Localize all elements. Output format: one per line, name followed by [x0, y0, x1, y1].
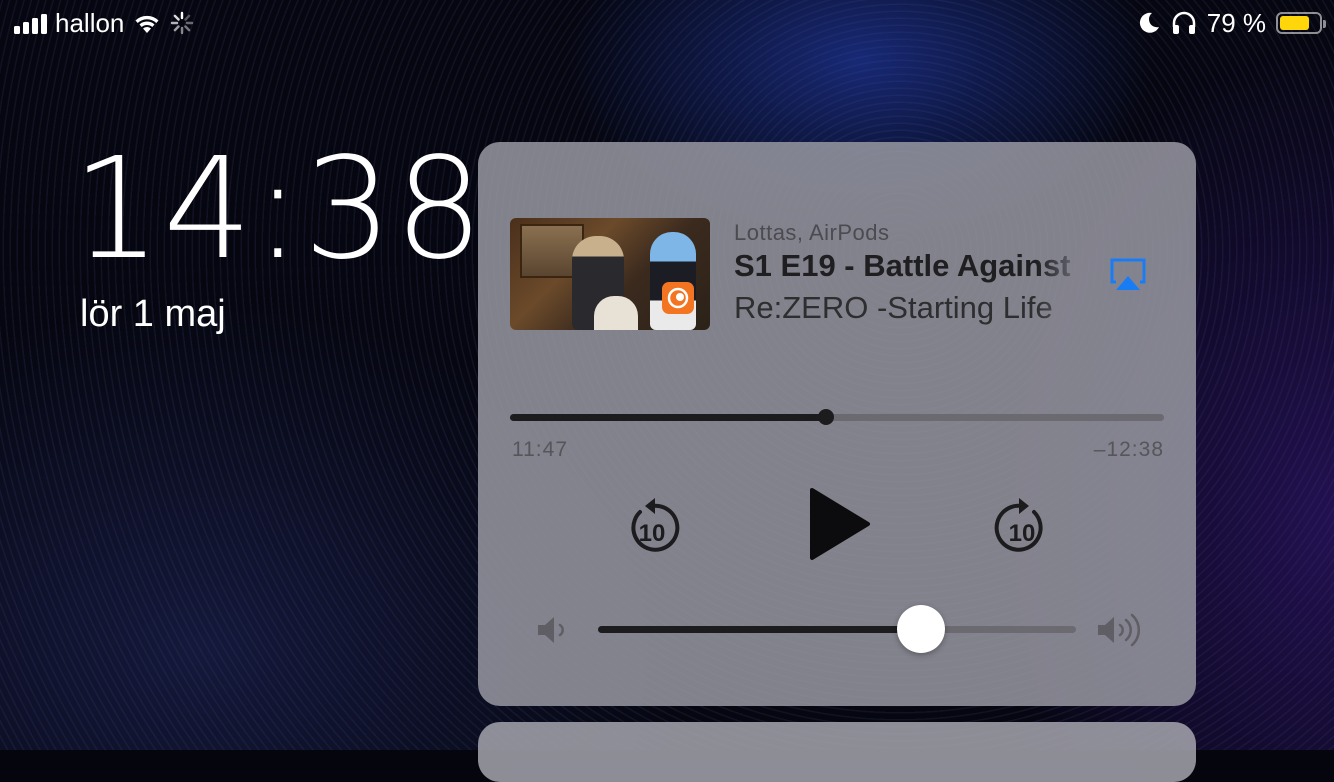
- skip-forward-label: 10: [1009, 520, 1036, 547]
- playback-route: Lottas, AirPods: [734, 220, 890, 245]
- activity-spinner-icon: [171, 11, 194, 35]
- skip-back-button[interactable]: 10: [622, 492, 682, 558]
- status-bar: hallon 79 %: [0, 0, 1334, 48]
- track-title: S1 E19 - Battle Against: [734, 248, 1071, 283]
- battery-icon: [1276, 12, 1326, 34]
- skip-back-label: 10: [639, 520, 666, 547]
- remaining-time: –12:38: [1093, 438, 1164, 461]
- skip-forward-button[interactable]: 10: [992, 492, 1052, 558]
- airplay-icon[interactable]: [1108, 256, 1148, 294]
- crunchyroll-icon: [662, 282, 694, 314]
- playback-progress-fill: [510, 414, 826, 421]
- lock-screen-time: 14:38: [72, 128, 486, 291]
- battery-level-fill: [1280, 16, 1310, 30]
- track-subtitle: Re:ZERO -Starting Life: [734, 290, 1053, 325]
- now-playing-widget: Lottas, AirPods S1 E19 - Battle Against …: [478, 142, 1196, 706]
- headphones-icon: [1172, 11, 1195, 34]
- lock-screen-date: lör 1 maj: [80, 293, 226, 335]
- media-artwork[interactable]: [510, 218, 710, 330]
- play-button[interactable]: [804, 486, 874, 562]
- skip-forward-10-icon: 10: [994, 498, 1043, 552]
- volume-knob[interactable]: [896, 605, 945, 653]
- battery-percentage: 79 %: [1206, 8, 1266, 38]
- next-notification-card[interactable]: [478, 722, 1196, 782]
- elapsed-time: 11:47: [512, 438, 568, 461]
- carrier-name: hallon: [55, 8, 125, 38]
- play-icon: [810, 488, 870, 560]
- playback-scrubber-knob[interactable]: [817, 409, 834, 425]
- volume-low-icon: [538, 617, 564, 643]
- playback-scrubber[interactable]: [510, 409, 1164, 425]
- wifi-icon: [135, 15, 159, 33]
- skip-back-10-icon: 10: [631, 498, 680, 552]
- volume-high-icon: [1098, 613, 1141, 647]
- cellular-signal-icon: [14, 12, 47, 34]
- volume-slider[interactable]: [598, 605, 1076, 653]
- volume-fill: [598, 626, 921, 633]
- moon-icon: [1139, 12, 1159, 33]
